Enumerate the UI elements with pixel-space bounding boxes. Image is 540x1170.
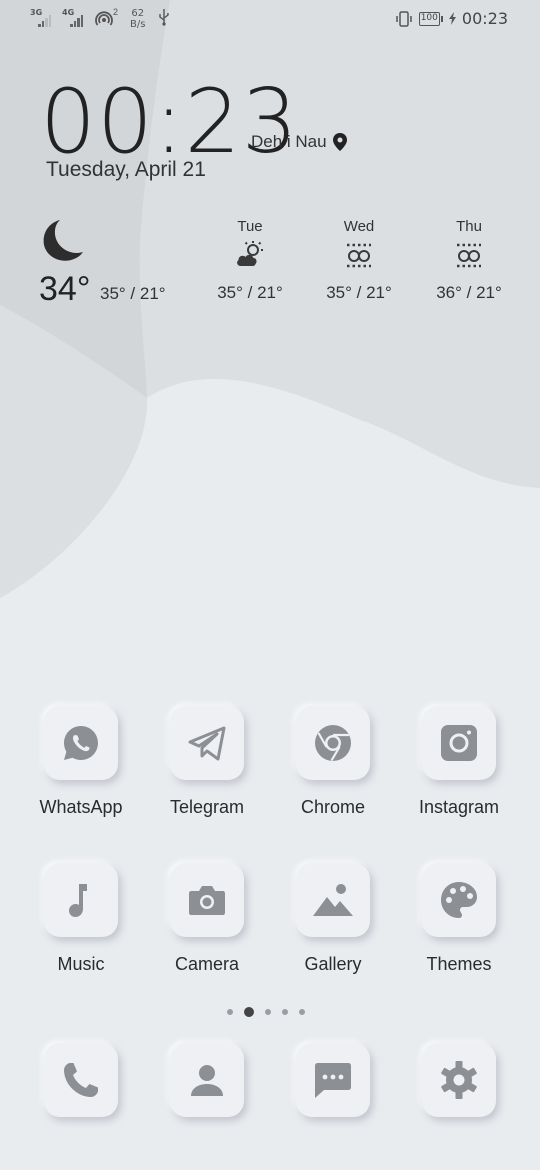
forecast-range: 36° / 21° xyxy=(436,283,502,302)
location-pin-icon xyxy=(332,133,347,151)
page-dot[interactable] xyxy=(265,1009,271,1015)
music-icon xyxy=(69,884,87,917)
dock-contacts[interactable] xyxy=(152,1043,262,1117)
contacts-icon xyxy=(191,1065,223,1096)
speed-value: 62 xyxy=(131,8,145,19)
haze-icon xyxy=(347,243,371,268)
forecast-wed[interactable]: Wed 35° / 21° xyxy=(304,218,414,303)
phone-icon xyxy=(64,1063,98,1097)
dock-contacts-tile[interactable] xyxy=(170,1043,244,1117)
page-dot[interactable] xyxy=(282,1009,288,1015)
dock-phone-tile[interactable] xyxy=(44,1043,118,1117)
sim1-signal-icon: 3G xyxy=(30,8,56,28)
hotspot-count: 2 xyxy=(113,7,119,17)
current-temperature[interactable]: 34° xyxy=(39,270,90,309)
location-name: Deh i Nau xyxy=(251,132,327,151)
speed-unit: B/s xyxy=(130,19,146,30)
whatsapp-icon xyxy=(64,726,98,760)
app-label: Chrome xyxy=(300,797,366,817)
instagram-icon xyxy=(441,725,477,761)
forecast-range: 35° / 21° xyxy=(217,283,283,302)
gallery-icon xyxy=(313,884,353,916)
clock-date[interactable]: Tuesday, April 21 xyxy=(46,158,206,182)
app-themes[interactable]: Themes xyxy=(404,863,514,975)
chrome-icon xyxy=(315,725,351,762)
app-chrome[interactable]: Chrome xyxy=(278,706,388,818)
app-label: WhatsApp xyxy=(39,797,123,817)
vibrate-icon xyxy=(395,10,412,27)
app-whatsapp[interactable]: WhatsApp xyxy=(26,706,136,818)
app-label: Instagram xyxy=(418,797,500,817)
app-music[interactable]: Music xyxy=(26,863,136,975)
app-label: Music xyxy=(57,954,105,974)
dock-messages[interactable] xyxy=(278,1043,388,1117)
dock-settings[interactable] xyxy=(404,1043,514,1117)
dock-messages-tile[interactable] xyxy=(296,1043,370,1117)
forecast-thu[interactable]: Thu 36° / 21° xyxy=(414,218,524,303)
partly-cloudy-icon xyxy=(237,241,263,266)
page-dot-active[interactable] xyxy=(244,1007,254,1017)
app-label: Gallery xyxy=(304,954,362,974)
page-indicator[interactable] xyxy=(227,1007,305,1017)
app-gallery[interactable]: Gallery xyxy=(278,863,388,975)
moon-icon xyxy=(43,220,83,261)
app-telegram[interactable]: Telegram xyxy=(152,706,262,818)
battery-icon: 100 xyxy=(418,11,443,26)
palette-icon xyxy=(441,882,477,918)
app-instagram[interactable]: Instagram xyxy=(404,706,514,818)
page-dot[interactable] xyxy=(299,1009,305,1015)
page-dot[interactable] xyxy=(227,1009,233,1015)
settings-icon xyxy=(441,1061,477,1099)
forecast-day: Tue xyxy=(237,218,263,235)
forecast-day: Thu xyxy=(456,218,482,235)
battery-level: 100 xyxy=(418,11,440,26)
app-label: Telegram xyxy=(169,797,245,817)
app-instagram-tile[interactable] xyxy=(422,706,496,780)
app-gallery-tile[interactable] xyxy=(296,863,370,937)
app-telegram-tile[interactable] xyxy=(170,706,244,780)
dock-settings-tile[interactable] xyxy=(422,1043,496,1117)
status-bar: 3G 4G 2 62 B/s 100 00:23 xyxy=(0,0,540,38)
forecast-tue[interactable]: Tue 35° / 21° xyxy=(195,218,305,303)
sim2-signal-icon: 4G xyxy=(62,8,88,28)
dock-phone[interactable] xyxy=(26,1043,136,1117)
app-label: Camera xyxy=(174,954,240,974)
forecast-day: Wed xyxy=(343,218,375,235)
app-chrome-tile[interactable] xyxy=(296,706,370,780)
charging-icon xyxy=(448,12,456,25)
app-whatsapp-tile[interactable] xyxy=(44,706,118,780)
forecast-range: 35° / 21° xyxy=(326,283,392,302)
hotspot-icon: 2 xyxy=(94,7,119,28)
app-label: Themes xyxy=(426,954,492,974)
haze-icon xyxy=(457,243,481,268)
app-themes-tile[interactable] xyxy=(422,863,496,937)
app-music-tile[interactable] xyxy=(44,863,118,937)
clock-time[interactable]: 00:23 xyxy=(40,72,299,172)
app-camera-tile[interactable] xyxy=(170,863,244,937)
telegram-icon xyxy=(188,726,226,761)
current-temp-range: 35° / 21° xyxy=(100,284,166,303)
network-speed: 62 B/s xyxy=(130,8,145,30)
usb-icon xyxy=(159,9,170,26)
status-time: 00:23 xyxy=(461,9,508,28)
app-camera[interactable]: Camera xyxy=(152,863,262,975)
messages-icon xyxy=(315,1063,351,1098)
camera-icon xyxy=(189,886,225,915)
clock-location[interactable]: Deh i Nau xyxy=(251,132,347,152)
